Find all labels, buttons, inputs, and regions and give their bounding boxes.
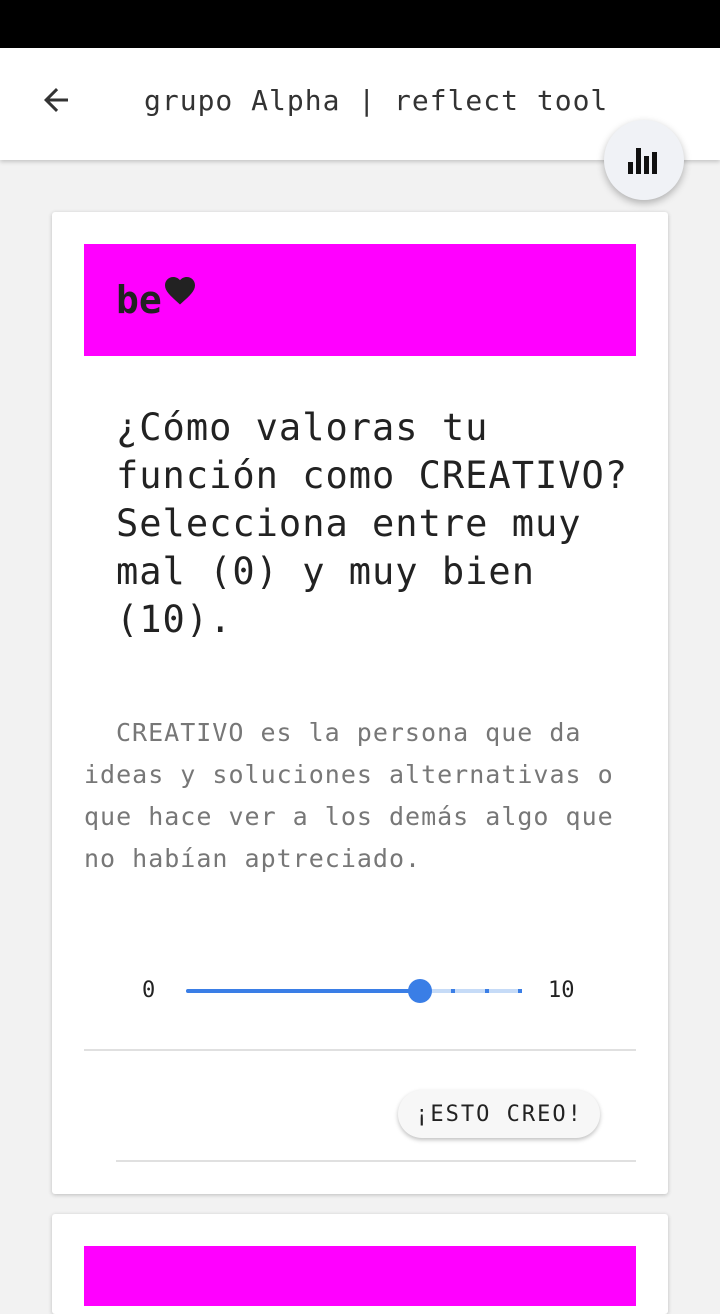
- question-card: be ¿Cómo valoras tu función como CREATIV…: [52, 212, 668, 1194]
- back-button[interactable]: [28, 74, 84, 130]
- slider-tick: [451, 989, 456, 993]
- divider: [84, 1049, 636, 1051]
- submit-rating-button[interactable]: ¡ESTO CREO!: [398, 1090, 600, 1138]
- heart-icon: [162, 277, 198, 322]
- rating-slider-row: 0 10: [84, 972, 636, 1012]
- status-bar: [0, 0, 720, 48]
- slider-tick: [518, 989, 522, 993]
- stats-fab-button[interactable]: [604, 120, 684, 200]
- arrow-left-icon: [38, 82, 74, 122]
- app-title: grupo Alpha | reflect tool: [144, 84, 609, 117]
- slider-track-fill: [186, 989, 420, 993]
- question-text: ¿Cómo valoras tu función como CREATIVO? …: [116, 406, 629, 641]
- slider-max-label: 10: [548, 978, 575, 1003]
- divider: [116, 1160, 636, 1162]
- bar-chart-icon: [626, 140, 662, 180]
- next-question-card: [52, 1214, 668, 1314]
- slider-thumb[interactable]: [407, 979, 432, 1003]
- banner-label: be: [116, 278, 162, 322]
- banner-title: be: [116, 276, 198, 324]
- slider-tick: [484, 989, 489, 993]
- card-banner: be: [84, 244, 636, 356]
- slider-min-label: 0: [142, 978, 156, 1003]
- role-description: CREATIVO es la persona que da ideas y so…: [84, 718, 614, 873]
- card-banner: [84, 1246, 636, 1306]
- rating-slider[interactable]: [186, 979, 522, 1003]
